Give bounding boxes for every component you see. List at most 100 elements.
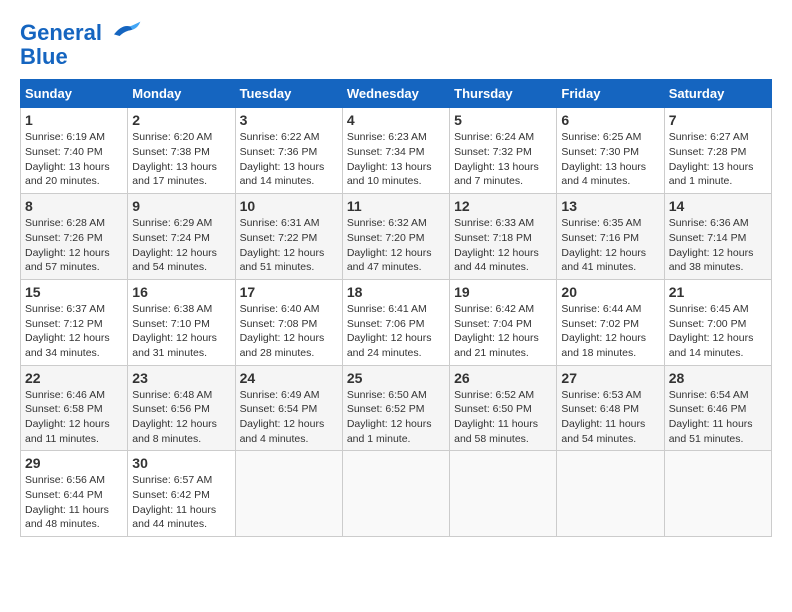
table-row: 15 Sunrise: 6:37 AM Sunset: 7:12 PM Dayl… (21, 279, 128, 365)
logo-blue: Blue (20, 45, 68, 69)
day-info: Sunrise: 6:37 AM Sunset: 7:12 PM Dayligh… (25, 302, 123, 361)
table-row: 12 Sunrise: 6:33 AM Sunset: 7:18 PM Dayl… (450, 194, 557, 280)
day-info: Sunrise: 6:36 AM Sunset: 7:14 PM Dayligh… (669, 216, 767, 275)
col-friday: Friday (557, 80, 664, 108)
day-number: 20 (561, 284, 659, 300)
table-row: 20 Sunrise: 6:44 AM Sunset: 7:02 PM Dayl… (557, 279, 664, 365)
table-row: 22 Sunrise: 6:46 AM Sunset: 6:58 PM Dayl… (21, 365, 128, 451)
day-info: Sunrise: 6:22 AM Sunset: 7:36 PM Dayligh… (240, 130, 338, 189)
day-info: Sunrise: 6:44 AM Sunset: 7:02 PM Dayligh… (561, 302, 659, 361)
calendar-week-row: 22 Sunrise: 6:46 AM Sunset: 6:58 PM Dayl… (21, 365, 772, 451)
day-number: 6 (561, 112, 659, 128)
table-row: 29 Sunrise: 6:56 AM Sunset: 6:44 PM Dayl… (21, 451, 128, 537)
day-info: Sunrise: 6:35 AM Sunset: 7:16 PM Dayligh… (561, 216, 659, 275)
day-number: 5 (454, 112, 552, 128)
table-row (664, 451, 771, 537)
table-row: 21 Sunrise: 6:45 AM Sunset: 7:00 PM Dayl… (664, 279, 771, 365)
table-row: 3 Sunrise: 6:22 AM Sunset: 7:36 PM Dayli… (235, 108, 342, 194)
table-row (557, 451, 664, 537)
table-row: 10 Sunrise: 6:31 AM Sunset: 7:22 PM Dayl… (235, 194, 342, 280)
day-number: 28 (669, 370, 767, 386)
day-number: 30 (132, 455, 230, 471)
table-row: 30 Sunrise: 6:57 AM Sunset: 6:42 PM Dayl… (128, 451, 235, 537)
day-number: 29 (25, 455, 123, 471)
logo-general: General (20, 20, 102, 45)
day-info: Sunrise: 6:27 AM Sunset: 7:28 PM Dayligh… (669, 130, 767, 189)
day-number: 1 (25, 112, 123, 128)
table-row (342, 451, 449, 537)
calendar-week-row: 29 Sunrise: 6:56 AM Sunset: 6:44 PM Dayl… (21, 451, 772, 537)
day-number: 3 (240, 112, 338, 128)
day-number: 23 (132, 370, 230, 386)
day-info: Sunrise: 6:52 AM Sunset: 6:50 PM Dayligh… (454, 388, 552, 447)
table-row: 5 Sunrise: 6:24 AM Sunset: 7:32 PM Dayli… (450, 108, 557, 194)
table-row: 7 Sunrise: 6:27 AM Sunset: 7:28 PM Dayli… (664, 108, 771, 194)
day-info: Sunrise: 6:29 AM Sunset: 7:24 PM Dayligh… (132, 216, 230, 275)
day-number: 19 (454, 284, 552, 300)
day-number: 2 (132, 112, 230, 128)
day-number: 26 (454, 370, 552, 386)
col-wednesday: Wednesday (342, 80, 449, 108)
page-header: General Blue (20, 20, 772, 69)
day-number: 21 (669, 284, 767, 300)
day-info: Sunrise: 6:54 AM Sunset: 6:46 PM Dayligh… (669, 388, 767, 447)
table-row: 25 Sunrise: 6:50 AM Sunset: 6:52 PM Dayl… (342, 365, 449, 451)
table-row: 1 Sunrise: 6:19 AM Sunset: 7:40 PM Dayli… (21, 108, 128, 194)
day-number: 10 (240, 198, 338, 214)
day-info: Sunrise: 6:46 AM Sunset: 6:58 PM Dayligh… (25, 388, 123, 447)
col-thursday: Thursday (450, 80, 557, 108)
day-info: Sunrise: 6:42 AM Sunset: 7:04 PM Dayligh… (454, 302, 552, 361)
table-row: 28 Sunrise: 6:54 AM Sunset: 6:46 PM Dayl… (664, 365, 771, 451)
logo-bird-icon (110, 20, 142, 40)
logo: General Blue (20, 20, 142, 69)
day-number: 15 (25, 284, 123, 300)
col-sunday: Sunday (21, 80, 128, 108)
day-info: Sunrise: 6:32 AM Sunset: 7:20 PM Dayligh… (347, 216, 445, 275)
day-info: Sunrise: 6:20 AM Sunset: 7:38 PM Dayligh… (132, 130, 230, 189)
col-monday: Monday (128, 80, 235, 108)
day-info: Sunrise: 6:28 AM Sunset: 7:26 PM Dayligh… (25, 216, 123, 275)
day-info: Sunrise: 6:57 AM Sunset: 6:42 PM Dayligh… (132, 473, 230, 532)
day-number: 27 (561, 370, 659, 386)
day-number: 13 (561, 198, 659, 214)
table-row (235, 451, 342, 537)
calendar-week-row: 8 Sunrise: 6:28 AM Sunset: 7:26 PM Dayli… (21, 194, 772, 280)
day-number: 11 (347, 198, 445, 214)
table-row: 19 Sunrise: 6:42 AM Sunset: 7:04 PM Dayl… (450, 279, 557, 365)
day-info: Sunrise: 6:19 AM Sunset: 7:40 PM Dayligh… (25, 130, 123, 189)
day-number: 25 (347, 370, 445, 386)
table-row: 26 Sunrise: 6:52 AM Sunset: 6:50 PM Dayl… (450, 365, 557, 451)
day-info: Sunrise: 6:25 AM Sunset: 7:30 PM Dayligh… (561, 130, 659, 189)
calendar-week-row: 15 Sunrise: 6:37 AM Sunset: 7:12 PM Dayl… (21, 279, 772, 365)
day-number: 8 (25, 198, 123, 214)
day-number: 17 (240, 284, 338, 300)
day-number: 14 (669, 198, 767, 214)
table-row: 6 Sunrise: 6:25 AM Sunset: 7:30 PM Dayli… (557, 108, 664, 194)
table-row: 24 Sunrise: 6:49 AM Sunset: 6:54 PM Dayl… (235, 365, 342, 451)
day-number: 22 (25, 370, 123, 386)
table-row: 8 Sunrise: 6:28 AM Sunset: 7:26 PM Dayli… (21, 194, 128, 280)
day-number: 9 (132, 198, 230, 214)
calendar-week-row: 1 Sunrise: 6:19 AM Sunset: 7:40 PM Dayli… (21, 108, 772, 194)
col-tuesday: Tuesday (235, 80, 342, 108)
day-info: Sunrise: 6:48 AM Sunset: 6:56 PM Dayligh… (132, 388, 230, 447)
col-saturday: Saturday (664, 80, 771, 108)
table-row: 17 Sunrise: 6:40 AM Sunset: 7:08 PM Dayl… (235, 279, 342, 365)
day-number: 16 (132, 284, 230, 300)
day-number: 12 (454, 198, 552, 214)
day-number: 4 (347, 112, 445, 128)
calendar-table: Sunday Monday Tuesday Wednesday Thursday… (20, 79, 772, 537)
day-info: Sunrise: 6:50 AM Sunset: 6:52 PM Dayligh… (347, 388, 445, 447)
day-info: Sunrise: 6:38 AM Sunset: 7:10 PM Dayligh… (132, 302, 230, 361)
table-row (450, 451, 557, 537)
calendar-header-row: Sunday Monday Tuesday Wednesday Thursday… (21, 80, 772, 108)
table-row: 27 Sunrise: 6:53 AM Sunset: 6:48 PM Dayl… (557, 365, 664, 451)
day-info: Sunrise: 6:41 AM Sunset: 7:06 PM Dayligh… (347, 302, 445, 361)
table-row: 14 Sunrise: 6:36 AM Sunset: 7:14 PM Dayl… (664, 194, 771, 280)
day-number: 7 (669, 112, 767, 128)
table-row: 16 Sunrise: 6:38 AM Sunset: 7:10 PM Dayl… (128, 279, 235, 365)
table-row: 23 Sunrise: 6:48 AM Sunset: 6:56 PM Dayl… (128, 365, 235, 451)
day-info: Sunrise: 6:45 AM Sunset: 7:00 PM Dayligh… (669, 302, 767, 361)
day-info: Sunrise: 6:49 AM Sunset: 6:54 PM Dayligh… (240, 388, 338, 447)
day-info: Sunrise: 6:40 AM Sunset: 7:08 PM Dayligh… (240, 302, 338, 361)
